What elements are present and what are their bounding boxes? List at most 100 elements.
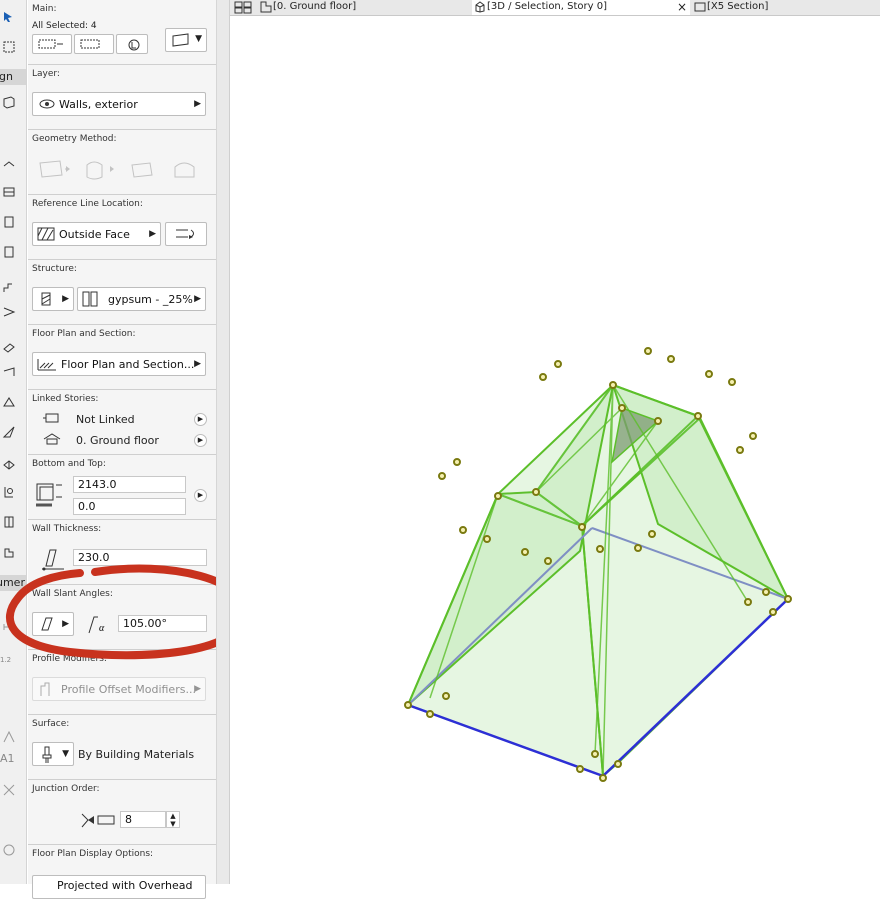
lamp-tool-icon[interactable] <box>2 545 16 559</box>
floor-plan-section-button[interactable]: Floor Plan and Section... ▶ <box>32 352 206 376</box>
3d-model-view[interactable] <box>230 16 880 884</box>
magic-wand-button[interactable] <box>116 34 148 54</box>
display-options-section: Floor Plan Display Options: Projected wi… <box>28 845 216 899</box>
hotspot[interactable] <box>442 692 450 700</box>
chevron-down-icon: ▼ <box>62 749 69 759</box>
base-offset-field[interactable]: 0.0 <box>73 498 186 515</box>
hotspot[interactable] <box>521 548 529 556</box>
wall-tool-icon[interactable] <box>2 95 16 109</box>
display-options-dropdown[interactable]: Projected with Overhead <box>32 875 206 899</box>
hotspot[interactable] <box>736 446 744 454</box>
morph-tool-icon[interactable] <box>2 458 16 472</box>
zone-tool-icon[interactable] <box>2 515 16 529</box>
hotspot[interactable] <box>599 774 607 782</box>
hotspot[interactable] <box>762 588 770 596</box>
hotspot[interactable] <box>404 701 412 709</box>
hotspot[interactable] <box>648 530 656 538</box>
hotspot[interactable] <box>784 595 792 603</box>
panel-splitter[interactable] <box>216 0 230 884</box>
object-tool-icon[interactable] <box>2 485 16 499</box>
marquee-options-button[interactable] <box>74 34 114 54</box>
surface-paint-button[interactable]: ▼ <box>32 742 74 766</box>
hotspot[interactable] <box>459 526 467 534</box>
label-tool-glyph[interactable]: A1 <box>0 752 15 765</box>
hotspot[interactable] <box>728 378 736 386</box>
shell-tool-icon[interactable] <box>2 340 16 354</box>
hotspot[interactable] <box>769 608 777 616</box>
hotspot[interactable] <box>438 472 446 480</box>
slanted-wall-icon <box>41 617 53 631</box>
hotspot[interactable] <box>609 381 617 389</box>
tab-ground-floor[interactable]: [0. Ground floor] <box>258 0 468 15</box>
hotspot[interactable] <box>705 370 713 378</box>
dimension-tool-icon[interactable] <box>2 620 16 634</box>
skylight-tool-icon[interactable] <box>2 365 16 379</box>
text-tool-icon[interactable] <box>2 730 16 744</box>
hotspot[interactable] <box>578 523 586 531</box>
wall-height-field[interactable]: 2143.0 <box>73 476 186 493</box>
hotspot[interactable] <box>596 545 604 553</box>
hotspot[interactable] <box>744 598 752 606</box>
marquee-tool-icon[interactable] <box>2 40 16 54</box>
circle-tool-icon[interactable] <box>2 843 16 857</box>
reference-line-dropdown[interactable]: Outside Face ▶ <box>32 222 161 246</box>
surface-section: Surface: ▼ By Building Materials <box>28 715 216 780</box>
flip-reference-line-button[interactable] <box>165 222 207 246</box>
level-dimension-glyph[interactable]: 1.2 <box>0 656 11 664</box>
slant-angle-field[interactable]: 105.00° <box>118 615 207 632</box>
svg-text:α: α <box>99 623 105 634</box>
structure-type-button[interactable]: ▶ <box>32 287 74 311</box>
beam-tool-icon[interactable] <box>2 185 16 199</box>
hotspot[interactable] <box>634 544 642 552</box>
junction-order-stepper[interactable]: ▲ ▼ <box>166 811 180 828</box>
geometry-method-icons[interactable] <box>32 157 212 185</box>
hotspot[interactable] <box>667 355 675 363</box>
hotspot[interactable] <box>532 488 540 496</box>
hotspot[interactable] <box>539 373 547 381</box>
building-material-dropdown[interactable]: gypsum - _25% ▶ <box>77 287 206 311</box>
select-all-of-type-button[interactable] <box>32 34 72 54</box>
wall-type-favorite-button[interactable]: ▼ <box>165 28 207 52</box>
mesh-tool-icon[interactable] <box>2 395 16 409</box>
tab-grid-icon[interactable] <box>234 1 254 14</box>
home-story-arrow-button[interactable]: ▶ <box>194 434 207 447</box>
toolbox-design-group-label[interactable]: ign <box>0 69 26 85</box>
tab-3d-selection[interactable]: [3D / Selection, Story 0] × <box>472 0 690 15</box>
fill-tool-icon[interactable] <box>2 783 16 797</box>
close-tab-icon[interactable]: × <box>677 0 687 14</box>
tab-x5-section[interactable]: [X5 Section] <box>692 0 880 15</box>
hotspot[interactable] <box>554 360 562 368</box>
hotspot[interactable] <box>591 750 599 758</box>
hotspot[interactable] <box>426 710 434 718</box>
hotspot[interactable] <box>576 765 584 773</box>
hotspot[interactable] <box>749 432 757 440</box>
surface-title: Surface: <box>32 719 70 729</box>
junction-order-field[interactable]: 8 <box>120 811 166 828</box>
slant-angle-icon: α <box>88 616 105 634</box>
hotspot[interactable] <box>544 557 552 565</box>
wall-thickness-field[interactable]: 230.0 <box>73 549 207 566</box>
window-tool-icon[interactable] <box>2 215 16 229</box>
selection-count: All Selected: 4 <box>32 21 97 31</box>
column-tool-icon[interactable] <box>2 158 16 172</box>
door-tool-icon[interactable] <box>2 245 16 259</box>
hotspot[interactable] <box>483 535 491 543</box>
hotspot[interactable] <box>618 404 626 412</box>
hotspot[interactable] <box>494 492 502 500</box>
bottom-top-arrow-button[interactable]: ▶ <box>194 489 207 502</box>
hotspot[interactable] <box>654 417 662 425</box>
arrow-tool-icon[interactable] <box>2 10 16 24</box>
3d-viewport[interactable] <box>230 16 880 884</box>
hotspot[interactable] <box>644 347 652 355</box>
hotspot[interactable] <box>694 412 702 420</box>
stair-tool-icon[interactable] <box>2 280 16 294</box>
layer-dropdown[interactable]: Walls, exterior ▶ <box>32 92 206 116</box>
curtain-wall-tool-icon[interactable] <box>2 425 16 439</box>
top-link-arrow-button[interactable]: ▶ <box>194 413 207 426</box>
toolbox-document-group-label[interactable]: umer <box>0 575 26 591</box>
profile-offset-modifiers-button[interactable]: Profile Offset Modifiers... ▶ <box>32 677 206 701</box>
wall-slant-type-button[interactable]: ▶ <box>32 612 74 636</box>
hotspot[interactable] <box>614 760 622 768</box>
hotspot[interactable] <box>453 458 461 466</box>
roof-tool-icon[interactable] <box>2 305 16 319</box>
